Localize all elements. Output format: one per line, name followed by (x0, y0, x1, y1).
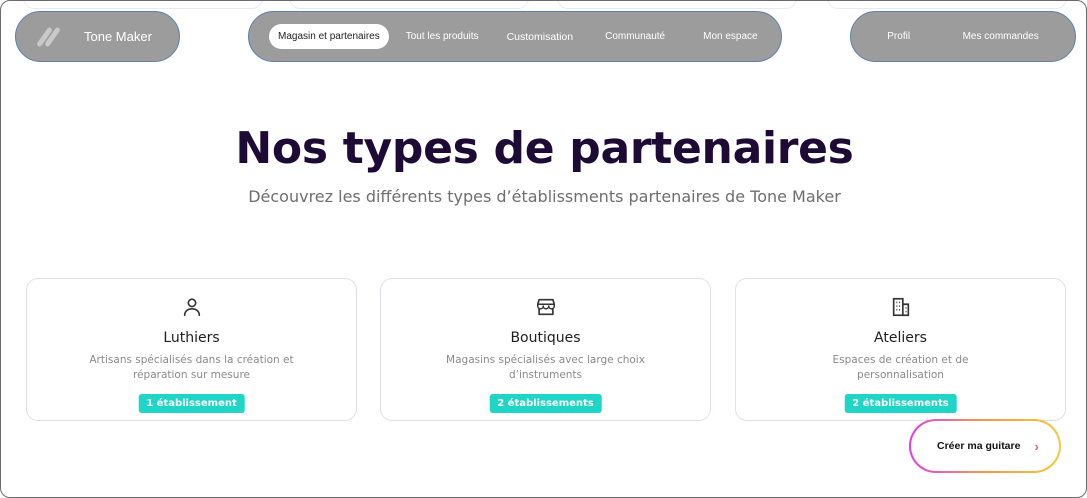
partner-type-card-boutiques[interactable]: Boutiques Magasins spécialisés avec larg… (380, 278, 711, 421)
count-badge: 2 établissements (844, 394, 957, 413)
cta-label: Créer ma guitare (937, 440, 1021, 452)
card-title: Ateliers (874, 330, 927, 346)
store-icon (536, 298, 555, 316)
background-card (289, 1, 529, 9)
partner-type-card-ateliers[interactable]: Ateliers Espaces de création et de perso… (735, 278, 1066, 421)
count-badge: 2 établissements (489, 394, 602, 413)
page-subtitle: Découvrez les différents types d’établis… (248, 187, 841, 206)
count-badge: 1 établissement (138, 394, 245, 413)
brand-name: Tone Maker (84, 29, 152, 44)
nav-item-mon-espace[interactable]: Mon espace (694, 24, 766, 49)
nav-item-mes-commandes[interactable]: Mes commandes (954, 24, 1048, 49)
card-title: Boutiques (510, 330, 581, 346)
nav-item-profil[interactable]: Profil (878, 24, 919, 49)
partner-type-card-luthiers[interactable]: Luthiers Artisans spécialisés dans la cr… (26, 278, 357, 421)
building-icon (892, 297, 909, 317)
page-frame: Tone Maker Magasin et partenaires Tout l… (0, 0, 1087, 498)
card-description: Magasins spécialisés avec large choix d’… (446, 354, 645, 381)
logo-icon (36, 24, 64, 50)
nav-item-customisation[interactable]: Customisation (498, 24, 583, 50)
card-description: Artisans spécialisés dans la création et… (89, 354, 294, 381)
page-title: Nos types de partenaires (235, 123, 854, 174)
chevron-right-icon: › (1034, 438, 1039, 454)
background-card (827, 1, 1067, 9)
card-description: Espaces de création et de personnalisati… (832, 354, 969, 381)
background-card (23, 1, 263, 9)
nav-item-produits[interactable]: Tout les produits (397, 24, 488, 49)
create-guitar-button[interactable]: Créer ma guitare › (909, 419, 1061, 473)
background-card (557, 1, 797, 9)
nav-item-magasin[interactable]: Magasin et partenaires (269, 24, 389, 49)
brand-home-link[interactable]: Tone Maker (15, 11, 180, 62)
person-icon (183, 298, 200, 317)
main-nav: Magasin et partenaires Tout les produits… (248, 11, 782, 62)
card-title: Luthiers (163, 330, 220, 346)
nav-item-communaute[interactable]: Communauté (596, 24, 674, 49)
user-nav: Profil Mes commandes (850, 11, 1076, 62)
